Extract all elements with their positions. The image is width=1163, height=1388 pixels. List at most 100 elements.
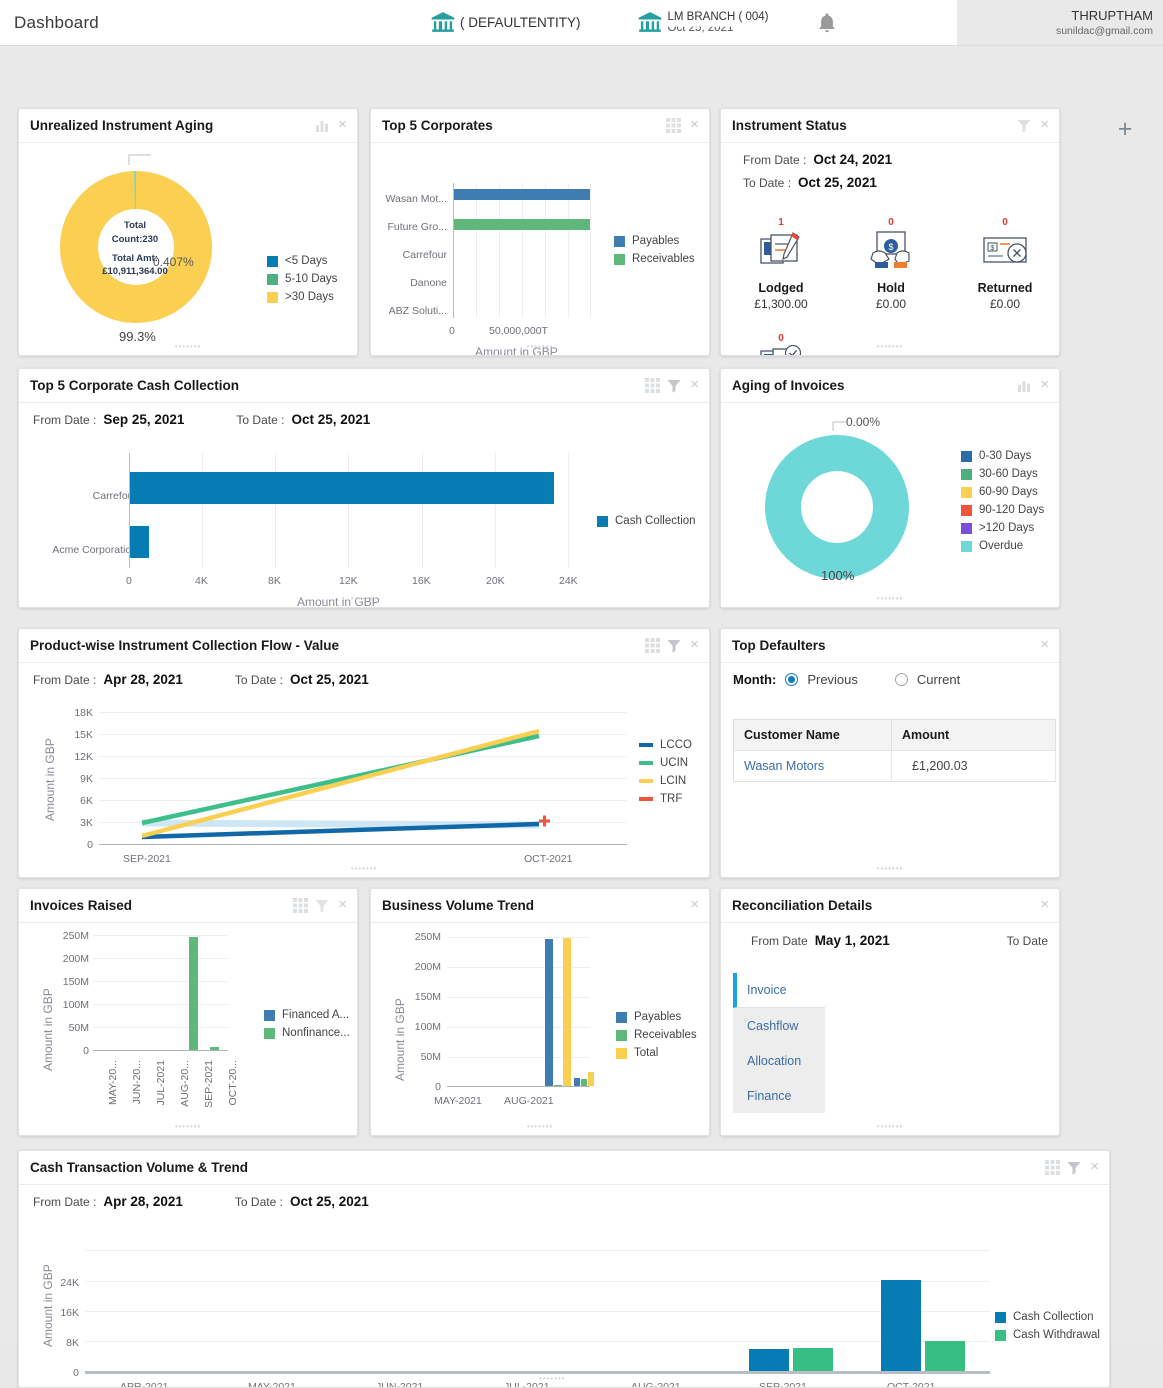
legend-item: <5 Days: [267, 255, 337, 267]
svg-text:$: $: [888, 242, 893, 252]
x-tick: 0: [126, 575, 132, 587]
filter-icon[interactable]: [1017, 119, 1031, 133]
card-top-5-corporates: Top 5 Corporates × Wasan Mot... Future G…: [370, 108, 710, 356]
radio-previous[interactable]: [785, 673, 799, 686]
legend-cash-collection: Cash Collection: [597, 515, 696, 527]
status-tile-returned[interactable]: 0 $ Returned £0.00: [957, 217, 1053, 311]
card-header: Instrument Status ×: [721, 109, 1059, 143]
x-tick: 4K: [195, 575, 208, 587]
close-icon[interactable]: ×: [688, 897, 701, 915]
from-date-value[interactable]: Apr 28, 2021: [103, 1194, 183, 1209]
grid-icon[interactable]: [645, 638, 661, 653]
legend-item: 0-30 Days: [961, 450, 1044, 462]
x-tick: AUG-20...: [179, 1060, 191, 1107]
cell-customer-name[interactable]: Wasan Motors: [733, 750, 892, 782]
bar-chart-icon[interactable]: [1017, 379, 1031, 393]
y-tick: 200M: [414, 961, 441, 973]
callout-value: 0.00%: [846, 415, 881, 429]
resize-handle[interactable]: •••••••: [877, 1122, 904, 1131]
from-date-value[interactable]: Apr 28, 2021: [103, 672, 183, 687]
tab-finance[interactable]: Finance: [733, 1078, 825, 1113]
bar-payables: [454, 189, 590, 200]
status-tile-lodged[interactable]: 1 Lodged £1,300.00: [733, 217, 829, 311]
close-icon[interactable]: ×: [1088, 1159, 1101, 1177]
month-filter: Month: Previous Current: [721, 663, 1059, 687]
card-top-defaulters: Top Defaulters × Month: Previous Current…: [720, 628, 1060, 878]
x-tick: SEP-2021: [203, 1060, 215, 1108]
notification-bell-icon[interactable]: [816, 0, 838, 45]
to-date-value[interactable]: Oct 25, 2021: [798, 175, 877, 190]
legend-swatch: [961, 450, 972, 462]
filter-icon[interactable]: [667, 639, 681, 653]
grid-icon[interactable]: [1045, 1160, 1061, 1175]
bar-receivables: [454, 219, 590, 230]
resize-handle[interactable]: •••••••: [175, 1122, 202, 1131]
legend-item: Receivables: [616, 1029, 697, 1041]
close-icon[interactable]: ×: [1038, 637, 1051, 655]
entity-selector[interactable]: ( DEFAULTENTITY): [430, 0, 581, 45]
resize-handle[interactable]: •••••••: [351, 864, 378, 873]
close-icon[interactable]: ×: [336, 897, 349, 915]
grid-icon[interactable]: [645, 378, 661, 393]
resize-handle[interactable]: •••••••: [877, 864, 904, 873]
status-tile-hold[interactable]: 0 $ Hold £0.00: [843, 217, 939, 311]
x-tick: AUG-2021: [631, 1381, 681, 1388]
y-tick: Wasan Mot...: [385, 193, 447, 205]
user-name: THRUPTHAM: [1071, 8, 1153, 23]
resize-handle[interactable]: •••••••: [539, 1374, 566, 1383]
table-row[interactable]: Wasan Motors £1,200.03: [733, 750, 1056, 782]
close-icon[interactable]: ×: [1038, 377, 1051, 395]
close-icon[interactable]: ×: [688, 117, 701, 135]
y-tick: 150M: [414, 991, 441, 1003]
filter-icon[interactable]: [315, 899, 329, 913]
status-name: Lodged: [758, 281, 804, 295]
card-header: Top 5 Corporates ×: [371, 109, 709, 143]
resize-handle[interactable]: •••••••: [877, 342, 904, 351]
tab-invoice[interactable]: Invoice: [733, 973, 825, 1008]
card-title: Business Volume Trend: [382, 898, 535, 913]
from-date-value[interactable]: Sep 25, 2021: [103, 412, 184, 427]
grid-icon[interactable]: [666, 118, 682, 133]
card-invoices-raised: Invoices Raised × Amount in GBP 250M 200…: [18, 888, 358, 1136]
tab-allocation[interactable]: Allocation: [733, 1043, 825, 1078]
y-axis-label: Amount in GBP: [393, 998, 407, 1081]
status-tile-realized-partial[interactable]: 0: [733, 333, 829, 355]
page-title: Dashboard: [14, 12, 99, 32]
close-icon[interactable]: ×: [336, 117, 349, 135]
resize-handle[interactable]: •••••••: [175, 342, 202, 351]
user-account[interactable]: THRUPTHAM sunildac@gmail.com: [957, 0, 1163, 45]
resize-handle[interactable]: •••••••: [527, 342, 554, 351]
to-date-value[interactable]: Oct 25, 2021: [290, 672, 369, 687]
filter-icon[interactable]: [1067, 1161, 1081, 1175]
add-widget-button[interactable]: +: [1112, 116, 1138, 142]
resize-handle[interactable]: •••••••: [351, 594, 378, 603]
close-icon[interactable]: ×: [1038, 117, 1051, 135]
from-date-value[interactable]: May 1, 2021: [815, 933, 890, 948]
bar-chart-icon[interactable]: [315, 119, 329, 133]
from-date-value[interactable]: Oct 24, 2021: [813, 152, 892, 167]
donut-center-text: Total Count:230 Total Amt: £10,911,364.0…: [87, 219, 183, 279]
branch-selector[interactable]: LM BRANCH ( 004) Oct 25, 2021: [637, 0, 768, 45]
x-tick: 20K: [486, 575, 505, 587]
filter-icon[interactable]: [667, 379, 681, 393]
bar-nonfinanced-sep: [189, 937, 198, 1050]
close-icon[interactable]: ×: [1038, 897, 1051, 915]
close-icon[interactable]: ×: [688, 377, 701, 395]
close-icon[interactable]: ×: [688, 637, 701, 655]
to-date-value[interactable]: Oct 25, 2021: [290, 1194, 369, 1209]
grid-icon[interactable]: [293, 898, 309, 913]
y-tick: 250M: [414, 931, 441, 943]
radio-current[interactable]: [894, 673, 908, 686]
card-body: Amount in GBP 250M 200M 150M 100M 50M 0 …: [19, 923, 357, 1135]
tab-cashflow[interactable]: Cashflow: [733, 1008, 825, 1043]
card-header: Unrealized Instrument Aging ×: [19, 109, 357, 143]
radio-current-label[interactable]: Current: [917, 672, 960, 687]
legend-swatch: [264, 1009, 275, 1021]
resize-handle[interactable]: •••••••: [527, 1122, 554, 1131]
resize-handle[interactable]: •••••••: [877, 594, 904, 603]
entity-label: ( DEFAULTENTITY): [460, 15, 581, 30]
donut-total-label: Total: [124, 220, 146, 231]
radio-previous-label[interactable]: Previous: [807, 672, 858, 687]
legend-label: Financed A...: [282, 1009, 350, 1021]
to-date-value[interactable]: Oct 25, 2021: [291, 412, 370, 427]
